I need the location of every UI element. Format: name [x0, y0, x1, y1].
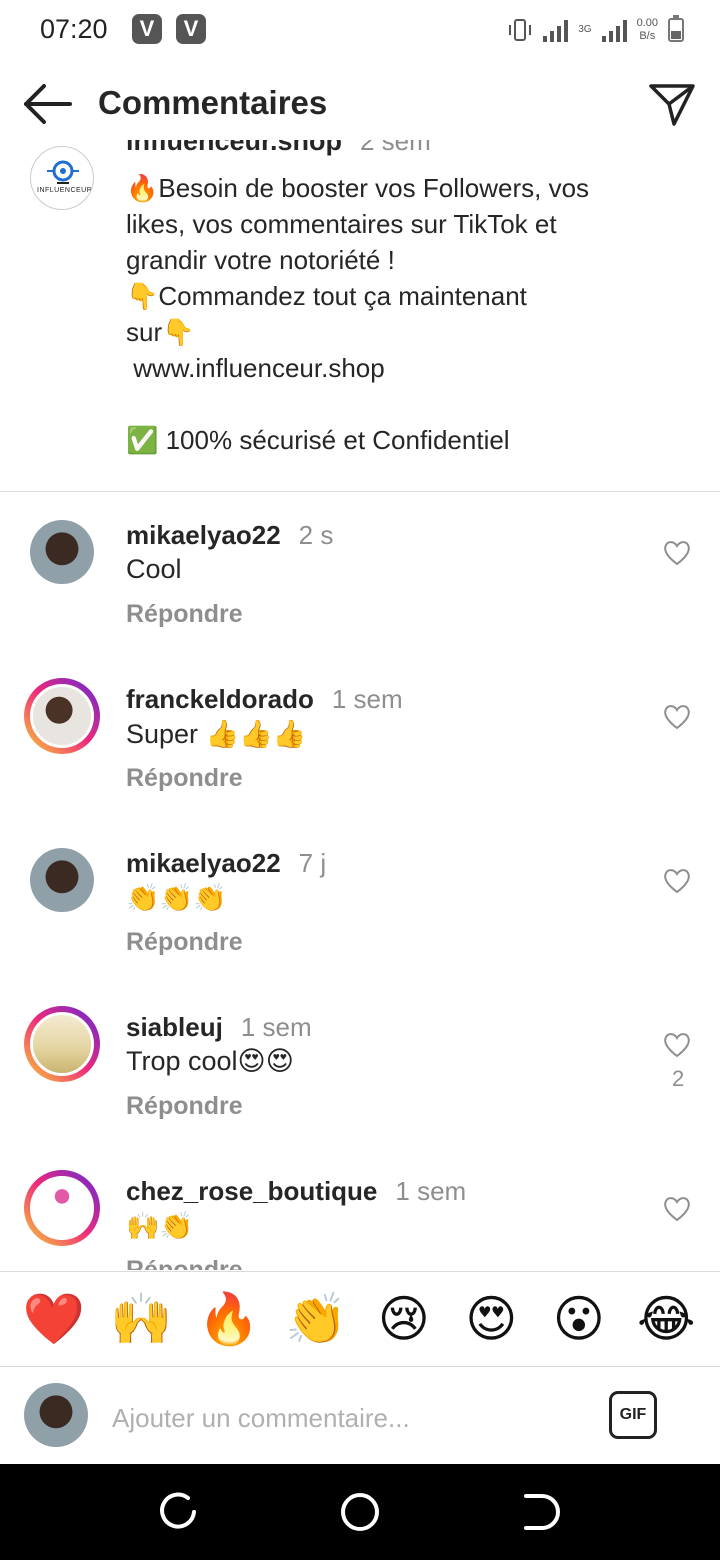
reply-button[interactable]: Répondre: [126, 1092, 243, 1121]
reply-button[interactable]: Répondre: [126, 600, 243, 629]
heart-icon[interactable]: [663, 704, 691, 730]
emoji-heart-eyes-button[interactable]: 😍: [456, 1289, 526, 1349]
comment-time: 1 sem: [240, 1012, 312, 1042]
app-notification-icon: V: [176, 14, 206, 44]
comment-text: Trop cool😍😍: [126, 1046, 294, 1076]
caption-line: likes, vos commentaires sur TikTok et: [126, 209, 557, 239]
back-icon[interactable]: [518, 1490, 562, 1534]
comment-composer: GIF: [0, 1367, 720, 1464]
username-text[interactable]: chez_rose_boutique: [126, 1176, 377, 1206]
comment-username[interactable]: siableuj 1 sem: [126, 1012, 312, 1043]
comment-username[interactable]: mikaelyao22 2 s: [126, 520, 333, 551]
caption-time: 2 sem: [360, 140, 431, 156]
network-type: 3G: [578, 24, 592, 35]
comment-time: 1 sem: [331, 684, 403, 714]
caption-link[interactable]: www.influenceur.shop: [126, 350, 686, 386]
heart-icon[interactable]: [663, 1196, 691, 1222]
like-count: 2: [672, 1066, 685, 1091]
reply-button[interactable]: Répondre: [126, 1256, 243, 1270]
speed-value: 0.00: [636, 17, 658, 29]
comment-text: 🙌👏: [126, 1211, 194, 1241]
comment-item: mikaelyao22 7 j 👏👏👏 Répondre: [0, 820, 720, 984]
avatar-image: [30, 1176, 94, 1240]
emoji-clap-button[interactable]: 👏: [281, 1289, 351, 1349]
app-notification-icon: V: [132, 14, 162, 44]
username-text[interactable]: siableuj: [126, 1012, 223, 1042]
avatar-image: [30, 848, 94, 912]
comment-text: Super 👍👍👍: [126, 719, 307, 749]
comment-username[interactable]: chez_rose_boutique 1 sem: [126, 1176, 466, 1207]
emoji-fire-button[interactable]: 🔥: [194, 1289, 264, 1349]
vibrate-icon: [509, 19, 532, 41]
emoji-raised-hands-button[interactable]: 🙌: [106, 1289, 176, 1349]
comment-time: 7 j: [298, 848, 327, 878]
caption-text: 🔥Besoin de booster vos Followers, vos li…: [126, 170, 686, 458]
caption-line: 👇Commandez tout ça maintenant: [126, 281, 527, 311]
comment-text: Cool: [126, 554, 182, 584]
comment-username[interactable]: franckeldorado 1 sem: [126, 684, 403, 715]
comment-text: 👏👏👏: [126, 883, 227, 913]
username-text[interactable]: franckeldorado: [126, 684, 314, 714]
avatar[interactable]: [24, 842, 100, 918]
system-nav-bar: [0, 1464, 720, 1560]
comment-item: chez_rose_boutique 1 sem 🙌👏 Répondre: [0, 1148, 720, 1270]
emoji-sad-button[interactable]: 😢: [369, 1289, 439, 1349]
network-speed: 0.00 B/s: [637, 17, 658, 43]
caption-line: sur👇: [126, 317, 195, 347]
speed-unit: B/s: [639, 30, 656, 42]
app-header: Commentaires: [0, 62, 720, 146]
heart-icon[interactable]: [663, 540, 691, 566]
caption-line: ✅ 100% sécurisé et Confidentiel: [126, 425, 510, 455]
page-title: Commentaires: [98, 84, 328, 121]
avatar-image: [30, 520, 94, 584]
status-bar: 07:20 V V 3G 0.00 B/s: [0, 0, 720, 60]
emoji-heart-button[interactable]: ❤️: [19, 1289, 89, 1349]
emoji-laughing-button[interactable]: 😂: [631, 1289, 701, 1349]
reply-button[interactable]: Répondre: [126, 764, 243, 793]
logo-text: INFLUENCEUR: [37, 187, 93, 194]
home-icon[interactable]: [338, 1490, 382, 1534]
avatar[interactable]: [24, 678, 100, 754]
influenceur-logo-icon: [47, 160, 79, 184]
comment-item: siableuj 1 sem Trop cool😍😍 Répondre 2: [0, 984, 720, 1148]
comment-username[interactable]: mikaelyao22 7 j: [126, 848, 326, 879]
avatar: [24, 1383, 88, 1447]
avatar-image: [30, 1012, 94, 1076]
gif-button[interactable]: GIF: [609, 1391, 657, 1439]
comment-input[interactable]: [110, 1397, 574, 1439]
battery-icon: [668, 15, 684, 42]
comment-item: mikaelyao22 2 s Cool Répondre: [0, 492, 720, 656]
avatar[interactable]: [24, 1170, 100, 1246]
emoji-surprised-button[interactable]: 😮: [544, 1289, 614, 1349]
caption-line: 🔥Besoin de booster vos Followers, vos: [126, 173, 590, 203]
status-time: 07:20: [40, 14, 108, 44]
comment-item: franckeldorado 1 sem Super 👍👍👍 Répondre: [0, 656, 720, 820]
avatar[interactable]: INFLUENCEUR: [30, 146, 94, 210]
reply-button[interactable]: Répondre: [126, 928, 243, 957]
arrow-left-icon[interactable]: [22, 82, 74, 126]
avatar-image: [30, 684, 94, 748]
avatar[interactable]: [24, 514, 100, 590]
caption-username[interactable]: influenceur.shop: [126, 140, 342, 157]
heart-icon[interactable]: [663, 1032, 691, 1058]
signal-icon: [601, 18, 627, 42]
caption-line: grandir votre notoriété !: [126, 245, 395, 275]
comment-list: mikaelyao22 2 s Cool Répondre franckeldor…: [0, 492, 720, 1270]
heart-icon[interactable]: [663, 868, 691, 894]
status-icons: 3G 0.00 B/s: [507, 12, 684, 48]
paper-plane-icon[interactable]: [648, 80, 696, 128]
emoji-quick-bar: ❤️ 🙌 🔥 👏 😢 😍 😮 😂: [0, 1271, 720, 1367]
recents-icon[interactable]: [158, 1490, 202, 1534]
username-text[interactable]: mikaelyao22: [126, 848, 281, 878]
avatar[interactable]: [24, 1006, 100, 1082]
comment-time: 1 sem: [395, 1176, 467, 1206]
post-caption: INFLUENCEUR influenceur.shop 2 sem 🔥Beso…: [0, 140, 720, 492]
comment-time: 2 s: [298, 520, 334, 550]
username-text[interactable]: mikaelyao22: [126, 520, 281, 550]
signal-icon: [543, 18, 569, 42]
caption-line: [126, 386, 686, 422]
